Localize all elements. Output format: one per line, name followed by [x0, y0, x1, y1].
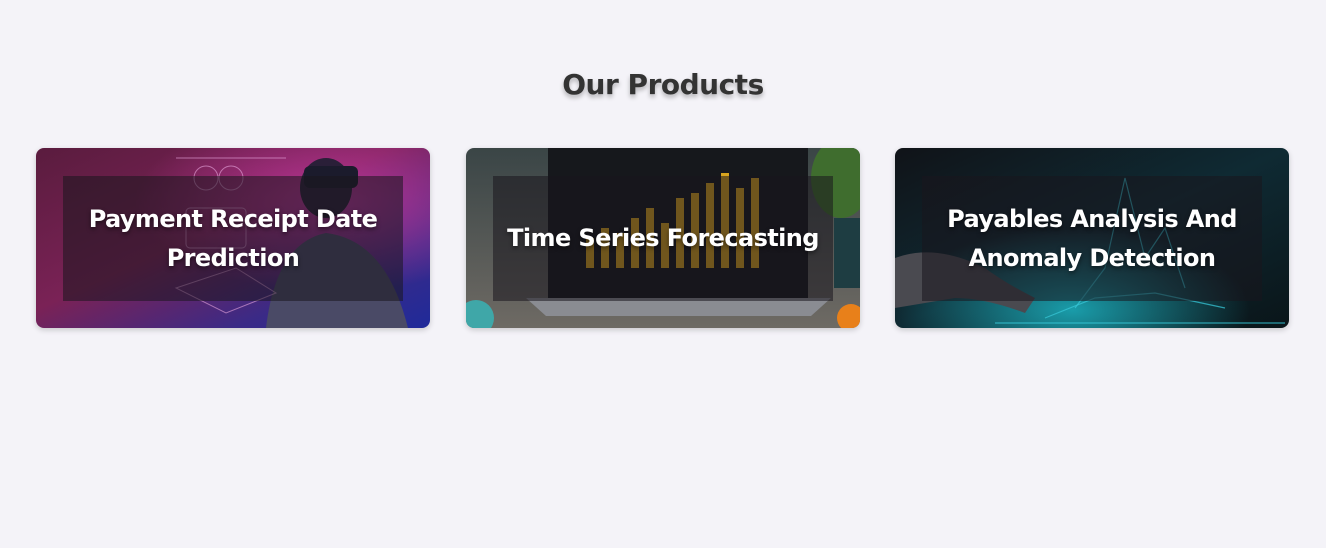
card-title: Payment Receipt Date Prediction — [88, 204, 378, 272]
card-overlay: Payment Receipt Date Prediction — [63, 176, 403, 301]
card-overlay: Payables Analysis And Anomaly Detection — [922, 176, 1262, 301]
products-section: Our Products Payment Receipt Date Predic… — [0, 0, 1326, 548]
product-card-payment-receipt[interactable]: Payment Receipt Date Prediction — [36, 148, 430, 328]
card-title: Time Series Forecasting — [507, 224, 819, 252]
section-title: Our Products — [562, 68, 764, 101]
product-card-time-series[interactable]: Time Series Forecasting — [466, 148, 860, 328]
product-card-payables-analysis[interactable]: Payables Analysis And Anomaly Detection — [895, 148, 1289, 328]
card-overlay: Time Series Forecasting — [493, 176, 833, 301]
card-title: Payables Analysis And Anomaly Detection — [947, 204, 1237, 272]
